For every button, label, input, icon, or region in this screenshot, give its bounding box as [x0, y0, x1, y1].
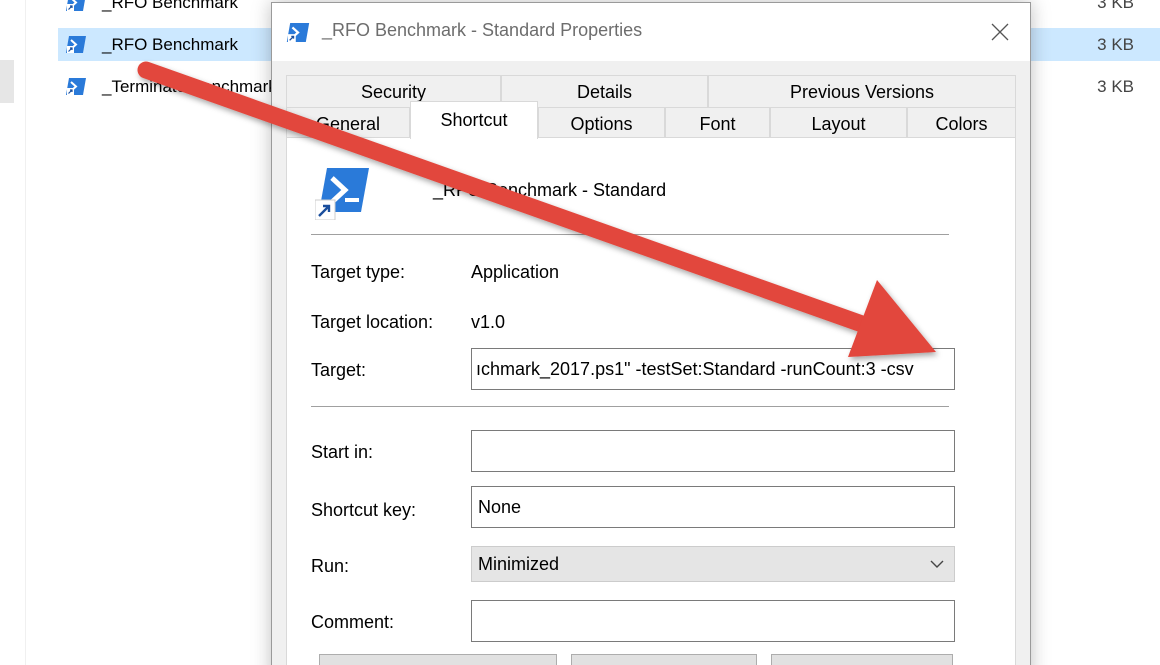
target-type-value: Application — [471, 262, 560, 282]
close-button[interactable] — [970, 3, 1030, 61]
close-icon — [991, 23, 1009, 41]
separator — [311, 406, 949, 407]
tab-row-lower: General Shortcut Options Font Layout Col… — [286, 101, 1016, 139]
tab-row-upper: Security Details Previous Versions — [286, 75, 1016, 107]
change-icon-button[interactable] — [571, 654, 757, 665]
powershell-shortcut-icon — [66, 0, 85, 11]
file-name: _Terminate Benchmark — [102, 77, 277, 96]
target-location-label: Target location: — [311, 312, 434, 332]
tab-font[interactable]: Font — [665, 107, 770, 139]
shortcut-key-field[interactable]: None — [471, 486, 955, 528]
powershell-shortcut-icon — [315, 168, 369, 220]
file-size: 3 KB — [1097, 0, 1134, 12]
run-select[interactable]: Minimized — [471, 546, 955, 582]
powershell-shortcut-icon — [66, 36, 86, 53]
target-label: Target: — [311, 360, 367, 380]
navigation-highlight — [0, 60, 14, 103]
start-in-label: Start in: — [311, 442, 374, 462]
tab-previous-versions[interactable]: Previous Versions — [708, 75, 1016, 107]
dialog-title: _RFO Benchmark - Standard Properties — [322, 20, 643, 40]
dialog-titlebar[interactable]: _RFO Benchmark - Standard Properties — [272, 3, 1030, 61]
file-name: _RFO Benchmark — [102, 0, 239, 12]
shortcut-key-label: Shortcut key: — [311, 500, 417, 520]
file-size: 3 KB — [1097, 35, 1134, 54]
advanced-button[interactable] — [771, 654, 953, 665]
file-size: 3 KB — [1097, 77, 1134, 96]
powershell-shortcut-icon — [286, 23, 310, 42]
run-select-value: Minimized — [478, 554, 560, 574]
comment-label: Comment: — [311, 612, 395, 632]
run-label: Run: — [311, 556, 350, 576]
target-location-value: v1.0 — [471, 312, 506, 332]
target-field[interactable]: ıchmark_2017.ps1" -testSet:Standard -run… — [471, 348, 955, 390]
powershell-shortcut-icon — [66, 78, 86, 95]
tab-layout[interactable]: Layout — [770, 107, 907, 139]
comment-field[interactable] — [471, 600, 955, 642]
separator — [311, 234, 949, 235]
shortcut-tab-panel: _RFO Benchmark - Standard Target type: A… — [286, 137, 1016, 665]
start-in-field[interactable] — [471, 430, 955, 472]
target-type-label: Target type: — [311, 262, 406, 282]
tab-general[interactable]: General — [286, 107, 410, 139]
screen: _RFO Benchmark 3 KB _RFO Benchmark 3 KB … — [0, 0, 1160, 665]
properties-dialog: _RFO Benchmark - Standard Properties Sec… — [271, 2, 1031, 665]
open-file-location-button[interactable] — [319, 654, 557, 665]
tab-colors[interactable]: Colors — [907, 107, 1016, 139]
shortcut-name: _RFO Benchmark - Standard — [433, 180, 667, 200]
file-name: _RFO Benchmark — [102, 35, 239, 54]
tab-options[interactable]: Options — [538, 107, 665, 139]
chevron-down-icon — [930, 560, 944, 568]
tab-shortcut[interactable]: Shortcut — [410, 101, 538, 139]
